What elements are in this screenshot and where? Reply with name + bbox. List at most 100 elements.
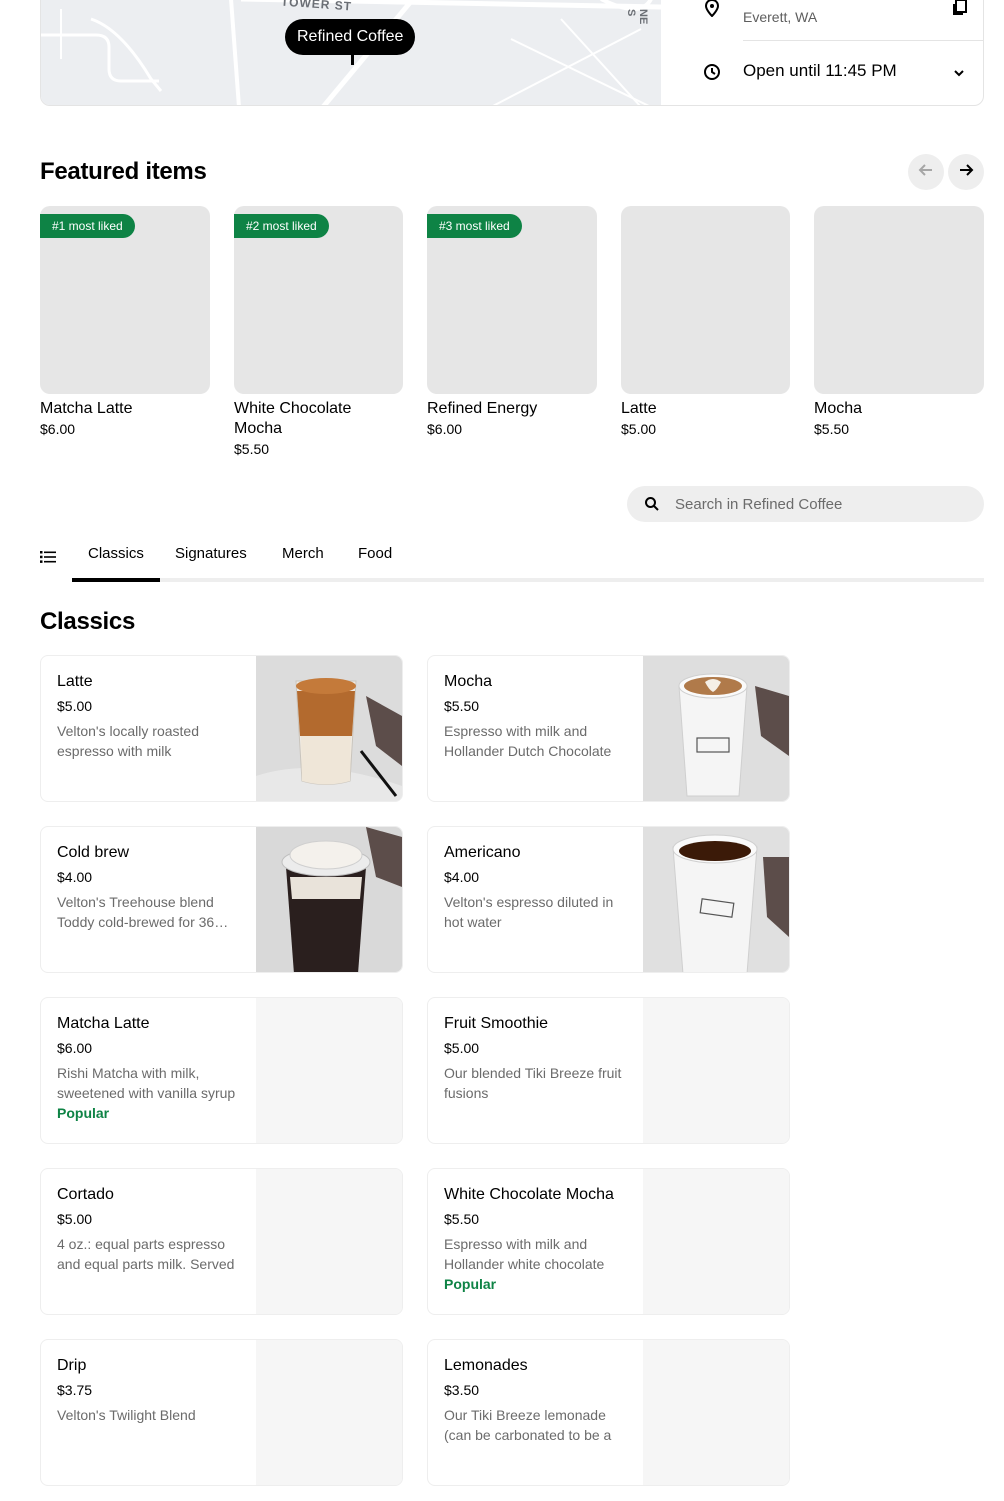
menu-item-description: Espresso with milk and Hollander white c… [444,1236,605,1272]
menu-item-image-placeholder [256,1169,402,1314]
arrow-right-icon [958,162,974,183]
menu-item-price: $3.75 [57,1382,93,1398]
popular-tag: Popular [57,1105,110,1121]
most-liked-badge: #1 most liked [40,214,135,238]
menu-list-icon[interactable] [40,550,56,569]
menu-item-photo [643,656,789,801]
menu-item-description: Our Tiki Breeze lemonade (can be carbona… [444,1407,612,1443]
carousel-next-button[interactable] [948,154,984,190]
menu-item-description: Velton's Treehouse blend Toddy cold-brew… [57,894,215,930]
section-title: Classics [40,608,136,635]
tab-classics[interactable]: Classics [72,536,160,582]
menu-search[interactable] [627,486,984,522]
featured-item[interactable]: #2 most liked White Chocolate Mocha $5.5… [234,206,403,457]
map-street-label-2: NE S [625,9,649,25]
store-location-card: TOWER ST NE S Refined Coffee Everett, WA… [40,0,984,106]
menu-item-card[interactable]: White Chocolate Mocha $5.50 Espresso wit… [427,1168,790,1315]
hours-row[interactable]: Open until 11:45 PM [661,49,983,93]
featured-item[interactable]: #3 most liked Refined Energy $6.00 [427,206,597,437]
map-pin-label[interactable]: Refined Coffee [285,19,416,55]
search-input[interactable] [675,486,975,522]
search-icon [644,496,660,517]
tab-signatures[interactable]: Signatures [159,536,263,582]
featured-item-price: $6.00 [40,421,76,437]
featured-item-image: #3 most liked [427,206,597,394]
menu-item-description: Our blended Tiki Breeze fruit fusions [444,1065,622,1101]
category-tabs: Classics Signatures Merch Food [40,536,984,584]
store-map[interactable]: TOWER ST NE S Refined Coffee [41,0,661,105]
menu-item-description: Velton's espresso diluted in hot water [444,894,614,930]
menu-item-description: Espresso with milk and Hollander Dutch C… [444,723,612,759]
featured-item-price: $6.00 [427,421,463,437]
tab-merch[interactable]: Merch [266,536,340,582]
menu-item-photo [256,656,402,801]
menu-item-price: $5.50 [444,698,480,714]
menu-item-card[interactable]: Americano $4.00 Velton's espresso dilute… [427,826,790,973]
menu-item-image-placeholder [643,1169,789,1314]
featured-item[interactable]: #1 most liked Matcha Latte $6.00 [40,206,210,437]
menu-item-name: Matcha Latte [57,1015,150,1032]
featured-item-name: Refined Energy [427,400,538,417]
popular-tag: Popular [444,1276,497,1292]
menu-item-description: Velton's Twilight Blend [57,1407,196,1423]
location-pin-icon [703,0,721,22]
featured-item-image: #2 most liked [234,206,403,394]
featured-item-name: Matcha Latte [40,400,133,417]
most-liked-badge: #3 most liked [427,214,522,238]
menu-item-description: Velton's locally roasted espresso with m… [57,723,199,759]
chevron-down-icon[interactable] [953,65,965,83]
menu-item-price: $3.50 [444,1382,480,1398]
menu-item-card[interactable]: Cold brew $4.00 Velton's Treehouse blend… [40,826,403,973]
featured-item-image [814,206,984,394]
menu-item-name: Cortado [57,1186,114,1203]
address-city: Everett, WA [743,9,818,25]
menu-item-name: Americano [444,844,521,861]
menu-item-image-placeholder [643,998,789,1143]
menu-item-card[interactable]: Fruit Smoothie $5.00 Our blended Tiki Br… [427,997,790,1144]
menu-item-image-placeholder [643,1340,789,1485]
menu-item-name: Lemonades [444,1357,528,1374]
menu-item-name: White Chocolate Mocha [444,1186,614,1203]
featured-item-price: $5.50 [814,421,850,437]
menu-item-price: $5.50 [444,1211,480,1227]
menu-item-name: Latte [57,673,93,690]
menu-item-image-placeholder [256,1340,402,1485]
address-row[interactable]: Everett, WA [661,0,983,41]
menu-item-price: $6.00 [57,1040,93,1056]
menu-item-card[interactable]: Drip $3.75 Velton's Twilight Blend [40,1339,403,1486]
menu-item-card[interactable]: Latte $5.00 Velton's locally roasted esp… [40,655,403,802]
featured-item[interactable]: Mocha $5.50 [814,206,984,437]
featured-item-name: Mocha [814,400,863,417]
menu-item-photo [256,827,402,972]
menu-item-card[interactable]: Mocha $5.50 Espresso with milk and Holla… [427,655,790,802]
featured-item-image [621,206,790,394]
tab-food[interactable]: Food [342,536,408,582]
menu-item-card[interactable]: Cortado $5.00 4 oz.: equal parts espress… [40,1168,403,1315]
store-info: Everett, WA Open until 11:45 PM [661,0,983,105]
menu-item-name: Cold brew [57,844,130,861]
featured-item-name: Latte [621,400,657,417]
clock-icon [703,63,721,86]
featured-item-price: $5.50 [234,441,270,457]
menu-item-description: 4 oz.: equal parts espresso and equal pa… [57,1236,235,1272]
most-liked-badge: #2 most liked [234,214,329,238]
copy-icon[interactable] [951,0,969,22]
menu-item-price: $4.00 [444,869,480,885]
featured-item[interactable]: Latte $5.00 [621,206,790,437]
menu-item-price: $5.00 [57,1211,93,1227]
arrow-left-icon [918,162,934,183]
featured-title: Featured items [40,158,207,185]
info-divider [743,40,983,41]
menu-item-image-placeholder [256,998,402,1143]
featured-item-price: $5.00 [621,421,657,437]
menu-item-card[interactable]: Lemonades $3.50 Our Tiki Breeze lemonade… [427,1339,790,1486]
menu-item-price: $5.00 [57,698,93,714]
menu-item-card[interactable]: Matcha Latte $6.00 Rishi Matcha with mil… [40,997,403,1144]
menu-item-photo [643,827,789,972]
carousel-prev-button[interactable] [908,154,944,190]
store-hours: Open until 11:45 PM [743,61,897,80]
menu-item-description: Rishi Matcha with milk, sweetened with v… [57,1065,236,1101]
menu-item-name: Mocha [444,673,493,690]
map-pin-stem [351,53,354,65]
menu-item-price: $4.00 [57,869,93,885]
